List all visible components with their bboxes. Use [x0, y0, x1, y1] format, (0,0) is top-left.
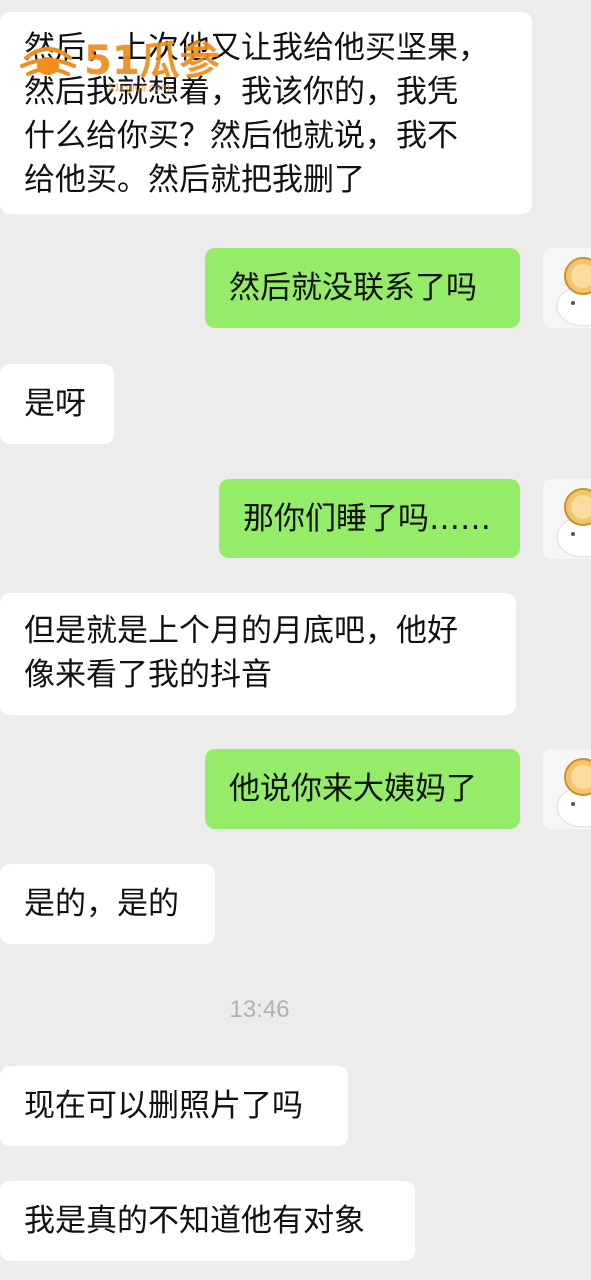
avatar-image: [556, 488, 591, 558]
user-avatar[interactable]: [543, 749, 591, 829]
received-message-bubble[interactable]: 是呀: [0, 364, 114, 444]
avatar-image: [556, 257, 591, 327]
received-message-bubble[interactable]: 然后，上次他又让我给他买坚果， 然后我就想着，我该你的，我凭 什么给你买？然后他…: [0, 12, 532, 214]
received-message-bubble[interactable]: 但是就是上个月的月底吧，他好 像来看了我的抖音: [0, 593, 516, 715]
message-timestamp: 13:46: [229, 996, 290, 1023]
sent-message-bubble[interactable]: 然后就没联系了吗: [205, 248, 520, 328]
received-message-bubble[interactable]: 我是真的不知道他有对象: [0, 1181, 415, 1261]
sent-message-bubble[interactable]: 他说你来大姨妈了: [205, 749, 520, 829]
user-avatar[interactable]: [543, 479, 591, 559]
received-message-bubble[interactable]: 现在可以删照片了吗: [0, 1066, 348, 1146]
received-message-bubble[interactable]: 是的，是的: [0, 864, 215, 944]
sent-message-bubble[interactable]: 那你们睡了吗……: [219, 479, 520, 558]
avatar-image: [556, 758, 591, 828]
user-avatar[interactable]: [543, 248, 591, 328]
